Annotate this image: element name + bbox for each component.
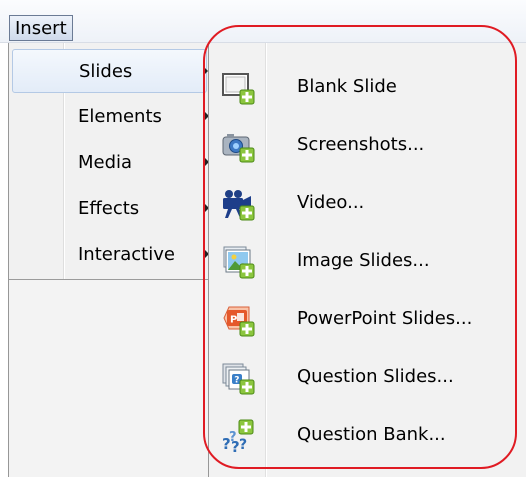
menu-bar: Insert xyxy=(0,0,526,43)
svg-text:?: ? xyxy=(229,430,237,445)
dropdown-item-label: Effects xyxy=(78,198,140,219)
insert-dropdown: Slides Elements Media Effects Interactiv… xyxy=(8,43,211,477)
menu-insert[interactable]: Insert xyxy=(9,15,73,41)
dropdown-empty-area xyxy=(9,280,210,477)
blank-slide-icon xyxy=(221,71,255,105)
submenu-item-question-slides[interactable]: ? Question Slides... xyxy=(209,349,525,405)
dropdown-item-media[interactable]: Media xyxy=(12,141,209,185)
submenu-item-blank-slide[interactable]: Blank Slide xyxy=(209,59,525,115)
submenu-item-label: Question Bank... xyxy=(297,424,446,445)
svg-text:?: ? xyxy=(234,376,239,386)
question-slides-icon: ? xyxy=(221,361,255,395)
dropdown-item-label: Elements xyxy=(78,106,162,127)
dropdown-item-interactive[interactable]: Interactive xyxy=(12,233,209,277)
dropdown-item-label: Media xyxy=(78,152,133,173)
dropdown-item-label: Slides xyxy=(79,61,133,82)
submenu-item-label: Screenshots... xyxy=(297,134,425,155)
submenu-item-label: PowerPoint Slides... xyxy=(297,308,473,329)
submenu-item-image-slides[interactable]: Image Slides... xyxy=(209,233,525,289)
question-bank-icon: ? ? ? ? xyxy=(221,419,255,456)
submenu-item-screenshots[interactable]: Screenshots... xyxy=(209,117,525,173)
svg-text:P: P xyxy=(230,315,237,326)
submenu-item-label: Image Slides... xyxy=(297,250,430,271)
powerpoint-icon: P xyxy=(221,303,255,337)
dropdown-item-elements[interactable]: Elements xyxy=(12,95,209,139)
dropdown-items: Slides Elements Media Effects Interactiv… xyxy=(9,43,210,280)
dropdown-item-effects[interactable]: Effects xyxy=(12,187,209,231)
video-camera-icon xyxy=(221,187,255,221)
submenu-item-label: Blank Slide xyxy=(297,76,397,97)
submenu-item-video[interactable]: Video... xyxy=(209,175,525,231)
submenu-item-powerpoint-slides[interactable]: P PowerPoint Slides... xyxy=(209,291,525,347)
submenu-item-question-bank[interactable]: ? ? ? ? Question Bank... xyxy=(209,407,525,463)
slides-submenu: Blank Slide Screenshots... Video... Imag… xyxy=(208,43,526,477)
image-slide-icon xyxy=(221,245,255,279)
svg-text:?: ? xyxy=(239,437,247,453)
dropdown-item-label: Interactive xyxy=(78,244,175,265)
submenu-item-label: Question Slides... xyxy=(297,366,454,387)
submenu-item-label: Video... xyxy=(297,192,365,213)
camera-icon xyxy=(221,129,255,163)
dropdown-item-slides[interactable]: Slides xyxy=(12,49,208,93)
